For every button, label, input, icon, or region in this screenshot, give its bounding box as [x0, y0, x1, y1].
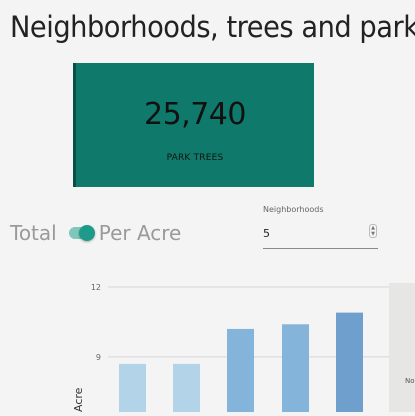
bar[interactable] [119, 363, 146, 412]
y-axis-label: Acre [72, 387, 85, 412]
bar[interactable] [173, 363, 200, 412]
up-down-arrows-icon[interactable]: ▲ ▼ [369, 224, 377, 238]
bar[interactable] [282, 324, 309, 412]
total-per-acre-switch[interactable] [68, 225, 95, 241]
map-panel[interactable]: Nor [389, 283, 415, 412]
toggle-label-total[interactable]: Total [10, 221, 57, 245]
park-trees-card: 25,740 PARK TREES [73, 63, 314, 187]
bar[interactable] [336, 312, 363, 412]
map-place-label: Nor [405, 377, 415, 385]
bar-layer [119, 312, 363, 412]
toggle-label-per-acre[interactable]: Per Acre [99, 221, 182, 245]
total-per-acre-toggle-row: Total Per Acre [10, 219, 181, 247]
neighborhoods-field: Neighborhoods ▲▼ [263, 205, 378, 249]
y-tick-label: 12 [91, 283, 101, 292]
park-trees-label: PARK TREES [166, 153, 224, 163]
page-title: Neighborhoods, trees and parks [10, 10, 415, 44]
switch-knob[interactable] [78, 225, 95, 241]
bar[interactable] [227, 328, 254, 412]
neighborhood-bar-chart: Acre 12 9 [0, 270, 415, 412]
neighborhoods-input[interactable] [263, 225, 361, 241]
field-underline [263, 248, 378, 249]
y-tick-label: 9 [96, 353, 101, 362]
neighborhoods-label: Neighborhoods [263, 205, 324, 214]
bar-chart-svg: Acre 12 9 [72, 283, 389, 412]
park-trees-value: 25,740 [144, 97, 246, 132]
